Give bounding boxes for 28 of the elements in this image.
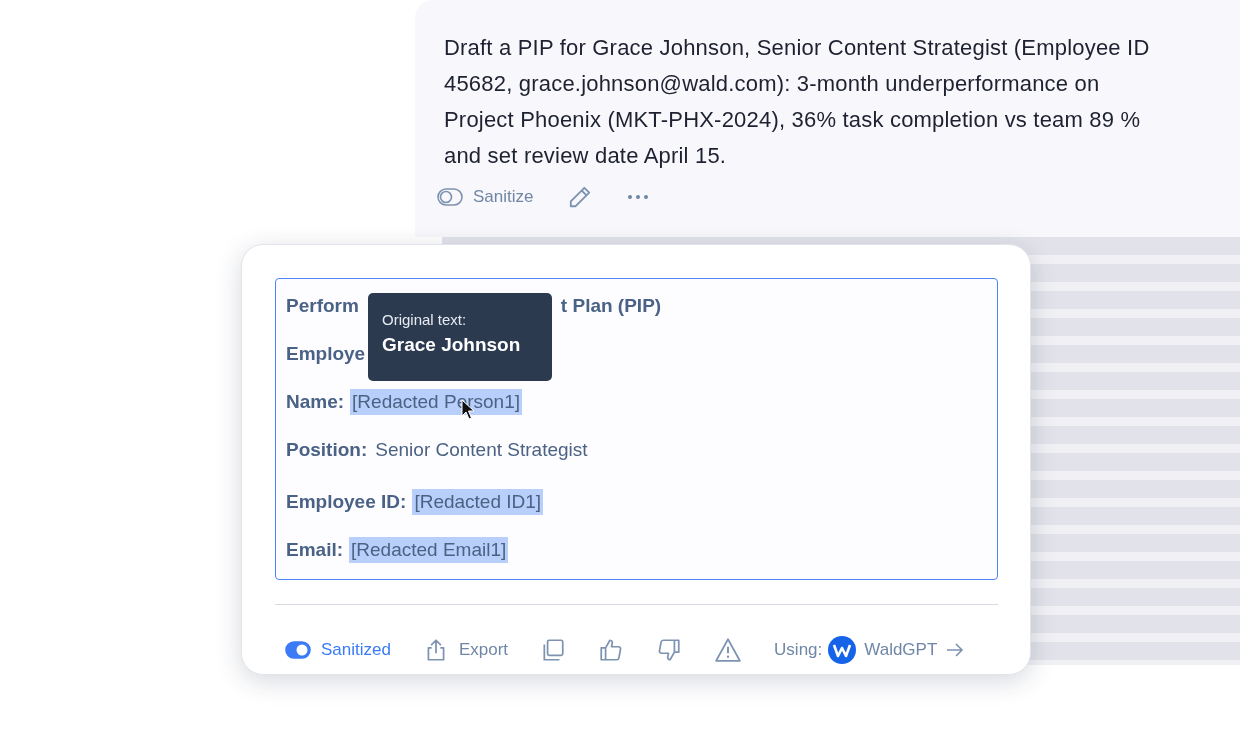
section-heading: Employe	[286, 342, 366, 366]
prompt-text: 45682, grace.johnson@wald.com): 3-month underperformance on	[444, 70, 1101, 98]
more-icon[interactable]	[627, 194, 650, 200]
field-value: Senior Content Strategist	[374, 438, 589, 462]
field-label: Position:	[286, 438, 368, 462]
copy-icon[interactable]	[540, 637, 567, 663]
sanitize-toggle[interactable]: Sanitize	[437, 187, 534, 207]
document-heading: t Plan (PIP)	[560, 294, 662, 318]
field-value: [Redacted ID1]	[412, 489, 544, 515]
thumbs-down-icon[interactable]	[656, 637, 683, 663]
field-label: Name:	[286, 390, 345, 414]
document-heading: Perform	[286, 294, 359, 318]
field-value: [Redacted Person1]	[350, 389, 523, 415]
field-label: Employee ID:	[286, 490, 407, 514]
tooltip-text: Grace Johnson	[382, 334, 522, 356]
arrow-right-icon	[945, 642, 966, 658]
prompt-text: Project Phoenix (MKT-PHX-2024), 36% task completion vs team 89 %	[444, 106, 1142, 134]
using-label: Using:	[774, 640, 823, 660]
prompt-text: Draft a PIP for Grace Johnson, Senior Content Strategist (Employee ID	[444, 34, 1151, 62]
prompt-text: and set review date April 15.	[444, 142, 728, 170]
tooltip-title: Original text:	[382, 311, 468, 328]
export-button[interactable]: Export	[422, 637, 509, 663]
field-label: Email:	[286, 538, 344, 562]
logo-icon	[828, 636, 857, 664]
warning-icon[interactable]	[714, 637, 743, 663]
sanitized-toggle[interactable]: Sanitized	[285, 640, 391, 660]
field-value: [Redacted Email1]	[349, 537, 509, 563]
model-selector[interactable]: WaldGPT	[828, 636, 966, 664]
